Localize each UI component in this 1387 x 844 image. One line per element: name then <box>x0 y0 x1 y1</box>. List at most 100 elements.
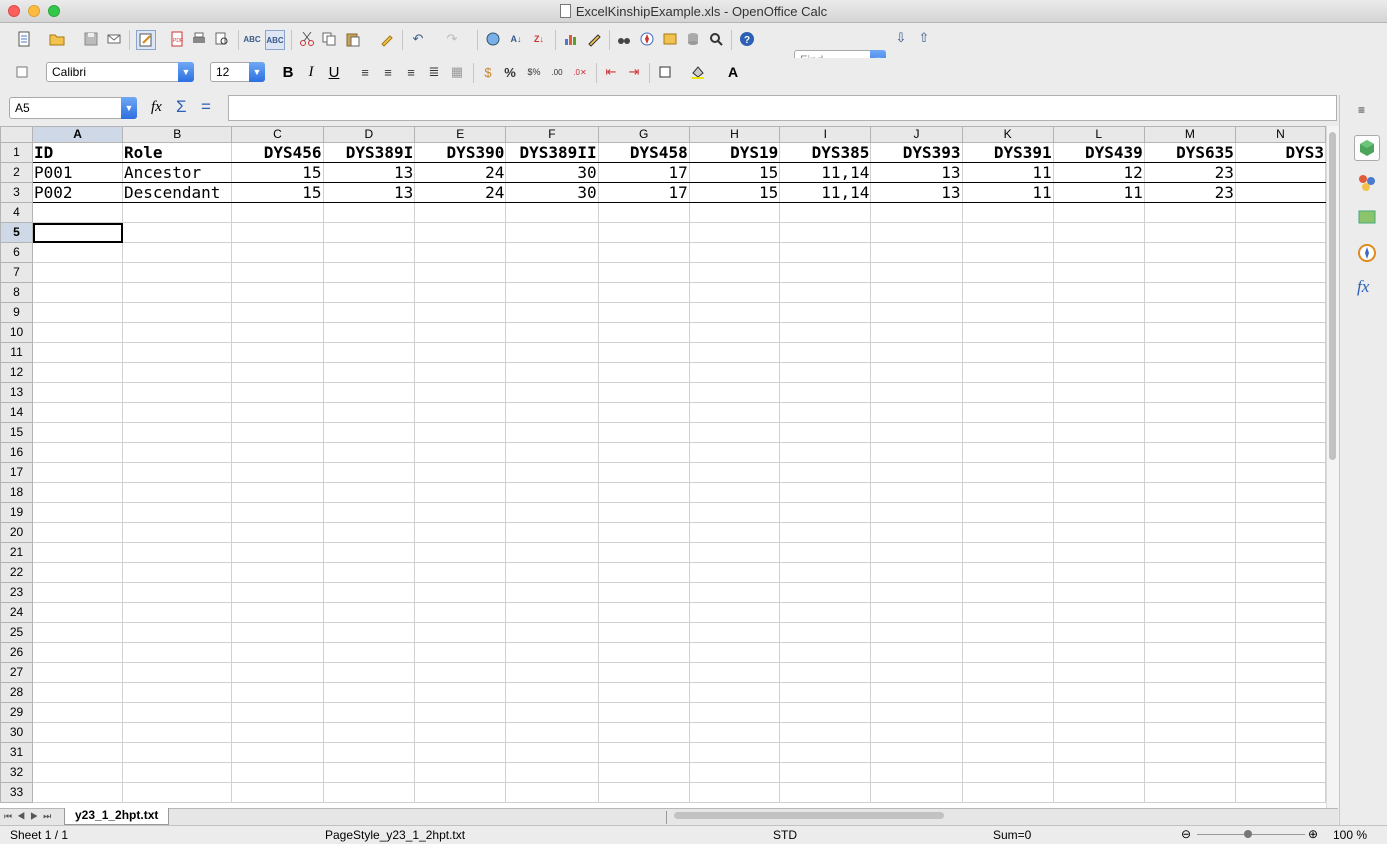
row-header[interactable]: 15 <box>0 422 34 443</box>
cell-l1[interactable]: DYS439 <box>1052 142 1145 163</box>
cell-b14[interactable] <box>122 402 233 423</box>
chevron-down-icon[interactable]: ▼ <box>249 62 265 82</box>
tab-navigation-icon[interactable]: ⏮◀▶⏭ <box>4 811 56 822</box>
cell-b9[interactable] <box>122 302 233 323</box>
cell-n25[interactable] <box>1234 622 1326 643</box>
cell-i18[interactable] <box>779 482 872 503</box>
cell-c11[interactable] <box>231 342 324 363</box>
export-pdf-icon[interactable]: PDF <box>168 30 186 48</box>
cell-n26[interactable] <box>1234 642 1326 663</box>
cell-g23[interactable] <box>597 582 690 603</box>
row-header[interactable]: 29 <box>0 702 34 723</box>
cell-a2[interactable]: P001 <box>32 162 124 183</box>
cell-m26[interactable] <box>1143 642 1236 663</box>
row-header[interactable]: 31 <box>0 742 34 763</box>
print-icon[interactable] <box>190 30 208 48</box>
cell-g18[interactable] <box>597 482 690 503</box>
email-icon[interactable] <box>105 30 123 48</box>
cell-b15[interactable] <box>122 422 233 443</box>
cell-f12[interactable] <box>505 362 599 383</box>
cell-a32[interactable] <box>32 762 124 783</box>
cell-a25[interactable] <box>32 622 124 643</box>
cell-f24[interactable] <box>505 602 599 623</box>
cell-i19[interactable] <box>779 502 872 523</box>
cell-i11[interactable] <box>779 342 872 363</box>
cell-e4[interactable] <box>414 202 507 223</box>
cell-n24[interactable] <box>1234 602 1326 623</box>
cell-k26[interactable] <box>961 642 1054 663</box>
cell-g6[interactable] <box>597 242 690 263</box>
cell-e27[interactable] <box>414 662 507 683</box>
cell-e26[interactable] <box>414 642 507 663</box>
cell-b1[interactable]: Role <box>122 142 233 163</box>
cell-i13[interactable] <box>779 382 872 403</box>
cell-table[interactable]: A B C D E F G H I J K L M N 1 ID Role DYS456 DYS389I DYS390… <box>0 126 1326 803</box>
zoom-icon[interactable] <box>707 30 725 48</box>
cell-e13[interactable] <box>414 382 507 403</box>
cell-b7[interactable] <box>122 262 233 283</box>
cell-b19[interactable] <box>122 502 233 523</box>
cell-e9[interactable] <box>414 302 507 323</box>
merge-cells-icon[interactable]: ▦ <box>448 63 466 81</box>
cell-c4[interactable] <box>231 202 324 223</box>
cell-g33[interactable] <box>597 782 690 803</box>
cell-j12[interactable] <box>870 362 963 383</box>
cell-k15[interactable] <box>961 422 1054 443</box>
cell-e18[interactable] <box>414 482 507 503</box>
cell-i25[interactable] <box>779 622 872 643</box>
cell-f27[interactable] <box>505 662 599 683</box>
redo-icon[interactable]: ↷ <box>443 30 461 48</box>
cell-i14[interactable] <box>779 402 872 423</box>
column-header-h[interactable]: H <box>688 126 781 143</box>
cell-m32[interactable] <box>1143 762 1236 783</box>
sidebar-menu-icon[interactable]: ≡ <box>1358 103 1365 117</box>
cell-i9[interactable] <box>779 302 872 323</box>
undo-icon[interactable]: ↶ <box>409 30 427 48</box>
cell-b29[interactable] <box>122 702 233 723</box>
cell-i30[interactable] <box>779 722 872 743</box>
cell-l19[interactable] <box>1052 502 1145 523</box>
cell-g29[interactable] <box>597 702 690 723</box>
cell-j6[interactable] <box>870 242 963 263</box>
cell-i22[interactable] <box>779 562 872 583</box>
cell-i33[interactable] <box>779 782 872 803</box>
cell-f32[interactable] <box>505 762 599 783</box>
cell-m3[interactable]: 23 <box>1143 182 1236 203</box>
cell-c31[interactable] <box>231 742 324 763</box>
cell-b2[interactable]: Ancestor <box>122 162 233 183</box>
cell-d26[interactable] <box>322 642 416 663</box>
cell-i4[interactable] <box>779 202 872 223</box>
cell-d33[interactable] <box>322 782 416 803</box>
cell-g30[interactable] <box>597 722 690 743</box>
cell-j2[interactable]: 13 <box>870 162 963 183</box>
cell-l18[interactable] <box>1052 482 1145 503</box>
cell-b13[interactable] <box>122 382 233 403</box>
cell-j26[interactable] <box>870 642 963 663</box>
cell-j16[interactable] <box>870 442 963 463</box>
row-header[interactable]: 7 <box>0 262 34 283</box>
cell-f14[interactable] <box>505 402 599 423</box>
cell-l16[interactable] <box>1052 442 1145 463</box>
cell-e22[interactable] <box>414 562 507 583</box>
cell-i3[interactable]: 11,14 <box>779 182 872 203</box>
cell-j31[interactable] <box>870 742 963 763</box>
cell-b3[interactable]: Descendant <box>122 182 233 203</box>
cell-i15[interactable] <box>779 422 872 443</box>
cell-n22[interactable] <box>1234 562 1326 583</box>
cell-a28[interactable] <box>32 682 124 703</box>
row-header[interactable]: 18 <box>0 482 34 503</box>
cell-n15[interactable] <box>1234 422 1326 443</box>
cell-a18[interactable] <box>32 482 124 503</box>
cell-d30[interactable] <box>322 722 416 743</box>
cell-b16[interactable] <box>122 442 233 463</box>
cell-k29[interactable] <box>961 702 1054 723</box>
cell-d23[interactable] <box>322 582 416 603</box>
cell-n6[interactable] <box>1234 242 1326 263</box>
horizontal-scroll-thumb[interactable] <box>674 812 944 819</box>
cell-m18[interactable] <box>1143 482 1236 503</box>
cell-m8[interactable] <box>1143 282 1236 303</box>
cell-j10[interactable] <box>870 322 963 343</box>
cell-m19[interactable] <box>1143 502 1236 523</box>
cell-f13[interactable] <box>505 382 599 403</box>
cell-k7[interactable] <box>961 262 1054 283</box>
